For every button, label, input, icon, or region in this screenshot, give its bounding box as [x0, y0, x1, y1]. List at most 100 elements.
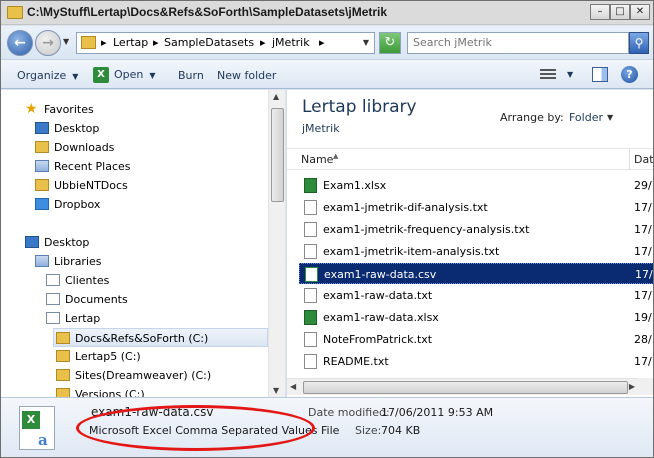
organize-label: Organize [17, 69, 67, 82]
open-button[interactable]: X Open ▼ [93, 67, 156, 83]
file-date: 17/ [634, 355, 652, 368]
chevron-down-icon[interactable]: ▼ [363, 38, 369, 47]
scroll-thumb[interactable] [303, 381, 628, 394]
nav-label: Clientes [65, 274, 110, 287]
recent-pages-dropdown[interactable]: ▼ [63, 37, 69, 46]
maximize-button[interactable]: □ [610, 4, 630, 20]
file-row[interactable]: exam1-jmetrik-frequency-analysis.txt 17/ [299, 219, 653, 240]
breadcrumb-separator-icon[interactable]: ▸ [101, 36, 107, 49]
burn-button[interactable]: Burn [178, 69, 204, 82]
nav-item-favorites[interactable]: ★ Favorites [25, 100, 94, 119]
nav-item-documents[interactable]: Documents [46, 290, 128, 309]
file-row[interactable]: NoteFromPatrick.txt 28/ [299, 329, 653, 350]
nav-item-libraries[interactable]: Libraries [35, 252, 102, 271]
dropbox-icon [35, 198, 49, 210]
arrange-by-dropdown[interactable]: Folder [569, 111, 603, 124]
close-button[interactable]: ✕ [630, 4, 650, 20]
new-folder-button[interactable]: New folder [217, 69, 276, 82]
library-icon [46, 274, 60, 286]
file-name: Exam1.xlsx [323, 179, 387, 192]
chevron-down-icon: ▼ [72, 72, 79, 81]
folder-icon [56, 350, 70, 362]
nav-item-clientes[interactable]: Clientes [46, 271, 109, 290]
nav-item-lertap[interactable]: Lertap [46, 309, 100, 328]
search-box[interactable] [407, 32, 629, 54]
file-row[interactable]: Exam1.xlsx 29/ [299, 175, 653, 196]
file-name: NoteFromPatrick.txt [323, 333, 433, 346]
nav-scrollbar[interactable]: ▲ ▼ [268, 90, 285, 397]
file-name: README.txt [323, 355, 389, 368]
scroll-up-icon[interactable]: ▲ [273, 92, 279, 101]
nav-label: Docs&Refs&SoForth (C:) [75, 332, 209, 345]
preview-pane-icon[interactable] [592, 67, 608, 82]
nav-label: Libraries [54, 255, 102, 268]
libraries-icon [35, 255, 49, 267]
file-name: exam1-raw-data.txt [323, 289, 433, 302]
arrange-by-label: Arrange by: [500, 111, 564, 124]
file-row[interactable]: exam1-raw-data.txt 17/ [299, 285, 653, 306]
file-date: 17/ [635, 268, 653, 281]
library-title: Lertap library [302, 97, 417, 117]
command-bar: Organize ▼ X Open ▼ Burn New folder ▼ ? [1, 59, 653, 89]
nav-item-recent-places[interactable]: Recent Places [35, 157, 131, 176]
forward-button[interactable]: → [35, 30, 61, 56]
file-row[interactable]: exam1-raw-data.xlsx 19/ [299, 307, 653, 328]
date-modified-value: 17/06/2011 9:53 AM [381, 406, 494, 419]
open-label: Open [114, 68, 144, 81]
scroll-thumb[interactable] [271, 108, 284, 202]
nav-label: Sites(Dreamweaver) (C:) [75, 369, 212, 382]
library-subtitle: jMetrik [302, 122, 340, 135]
column-name[interactable]: Name [301, 153, 333, 166]
text-file-icon [304, 244, 317, 259]
navigation-pane: ★ Favorites Desktop Downloads Recent Plac… [1, 90, 268, 397]
search-icon[interactable]: ⚲ [629, 32, 649, 54]
breadcrumb-separator-icon[interactable]: ▸ [319, 36, 325, 49]
csv-file-icon: X a [19, 406, 55, 450]
folder-icon [56, 332, 70, 344]
nav-item-downloads[interactable]: Downloads [35, 138, 114, 157]
refresh-button[interactable]: ↻ [379, 32, 401, 54]
explorer-window: C:\MyStuff\Lertap\Docs&Refs&SoForth\Samp… [0, 0, 654, 458]
file-date: 17/ [634, 289, 652, 302]
nav-item-docsrefs[interactable]: Docs&Refs&SoForth (C:) [53, 328, 268, 347]
view-options-icon[interactable] [540, 69, 556, 81]
chevron-down-icon[interactable]: ▼ [607, 113, 613, 122]
file-date: 19/ [634, 311, 652, 324]
nav-item-versions[interactable]: Versions (C:) [56, 385, 145, 397]
nav-item-desktop[interactable]: Desktop [25, 233, 89, 252]
back-button[interactable]: ← [7, 30, 33, 56]
column-divider[interactable] [629, 149, 630, 170]
breadcrumb-item-sampledatasets[interactable]: SampleDatasets [164, 36, 254, 49]
breadcrumb-separator-icon[interactable]: ▸ [153, 36, 159, 49]
horizontal-scrollbar[interactable]: ◀ ▶ [287, 378, 638, 395]
file-row[interactable]: exam1-jmetrik-dif-analysis.txt 17/ [299, 197, 653, 218]
breadcrumb[interactable]: ▸ Lertap ▸ SampleDatasets ▸ jMetrik ▸ ▼ [76, 32, 375, 54]
minimize-button[interactable]: – [590, 4, 610, 20]
nav-item-sites[interactable]: Sites(Dreamweaver) (C:) [56, 366, 211, 385]
organize-button[interactable]: Organize ▼ [17, 69, 78, 82]
nav-item-lertap5[interactable]: Lertap5 (C:) [56, 347, 141, 366]
scroll-left-icon[interactable]: ◀ [290, 382, 296, 391]
text-file-icon [304, 354, 317, 369]
scroll-down-icon[interactable]: ▼ [273, 386, 279, 395]
nav-label: Lertap5 (C:) [75, 350, 141, 363]
breadcrumb-item-lertap[interactable]: Lertap [113, 36, 148, 49]
search-input[interactable] [413, 36, 625, 49]
nav-label: Lertap [65, 312, 101, 325]
scroll-right-icon[interactable]: ▶ [629, 382, 635, 391]
breadcrumb-separator-icon[interactable]: ▸ [260, 36, 266, 49]
nav-item-ubbientdocs[interactable]: UbbieNTDocs [35, 176, 128, 195]
star-icon: ★ [25, 101, 38, 117]
file-row-selected[interactable]: exam1-raw-data.csv 17/ [299, 263, 653, 284]
nav-item-desktop-favorite[interactable]: Desktop [35, 119, 99, 138]
address-bar: ← → ▼ ▸ Lertap ▸ SampleDatasets ▸ jMetri… [1, 26, 653, 59]
breadcrumb-item-jmetrik[interactable]: jMetrik [272, 36, 310, 49]
help-icon[interactable]: ? [621, 66, 638, 83]
sort-ascending-icon: ▲ [333, 152, 339, 160]
chevron-down-icon[interactable]: ▼ [567, 70, 573, 79]
title-bar: C:\MyStuff\Lertap\Docs&Refs&SoForth\Samp… [1, 1, 653, 25]
nav-item-dropbox[interactable]: Dropbox [35, 195, 100, 214]
column-date[interactable]: Dat [634, 153, 653, 166]
file-row[interactable]: exam1-jmetrik-item-analysis.txt 17/ [299, 241, 653, 262]
file-row[interactable]: README.txt 17/ [299, 351, 653, 372]
